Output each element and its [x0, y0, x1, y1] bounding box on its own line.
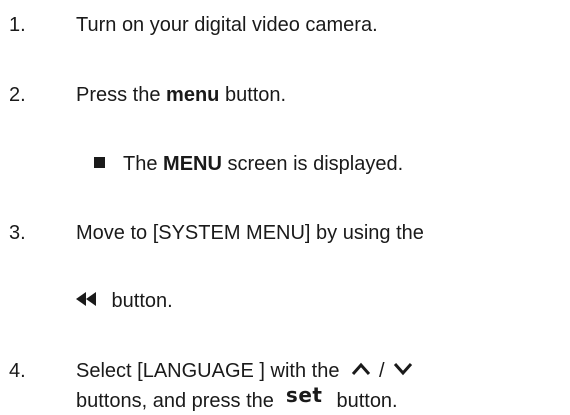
step-number: 1. — [9, 14, 26, 36]
step-text-suffix: button. — [106, 290, 173, 312]
step-number: 2. — [9, 84, 26, 106]
step-text: Move to [SYSTEM MENU] by using the — [76, 222, 424, 244]
step-number: 4. — [9, 360, 26, 382]
set-button-label: set — [285, 383, 323, 407]
step-text: button. — [76, 287, 173, 316]
step-text-prefix: buttons, and press the — [76, 390, 274, 412]
step-text-suffix: button. — [219, 84, 287, 106]
rewind-icon — [76, 286, 98, 314]
menu-screen-keyword: MENU — [163, 153, 222, 175]
step-text-prefix: Press the — [76, 84, 167, 106]
separator: / — [379, 360, 385, 382]
step-text: Select [LANGUAGE ] with the / — [76, 357, 413, 386]
step-text: Press the menu button. — [76, 81, 286, 109]
note-prefix: The — [123, 153, 164, 175]
note-suffix: screen is displayed. — [221, 153, 404, 175]
down-arrow-icon — [393, 356, 413, 384]
step-text: buttons, and press the set button. — [76, 383, 398, 415]
step-text-suffix: button. — [336, 390, 398, 412]
up-arrow-icon — [351, 356, 371, 384]
step-number: 3. — [9, 222, 26, 244]
square-bullet-icon — [94, 157, 105, 169]
step-text-prefix: Select [LANGUAGE ] with the — [76, 360, 340, 382]
step-text: Turn on your digital video camera. — [76, 14, 378, 36]
menu-keyword: menu — [166, 84, 220, 106]
note-text: The MENU screen is displayed. — [94, 150, 403, 178]
